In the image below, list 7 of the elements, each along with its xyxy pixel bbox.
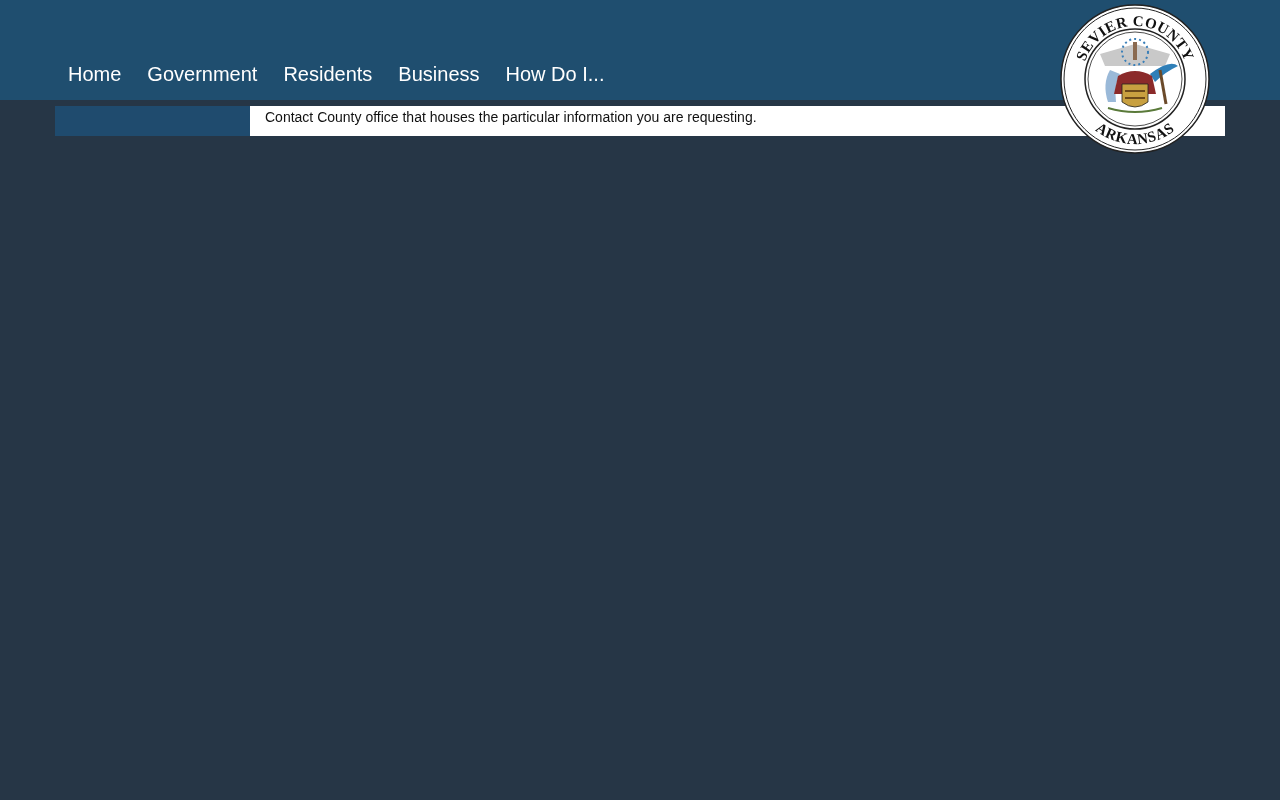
- nav-link[interactable]: How Do I...: [505, 60, 605, 88]
- info-text: Contact County office that houses the particular information you are requesting.: [264, 108, 758, 125]
- nav-link[interactable]: Business: [398, 60, 480, 88]
- seal-state: ARKANSAS: [1093, 119, 1177, 148]
- nav-link[interactable]: Government: [147, 60, 258, 88]
- nav-link[interactable]: Home: [68, 60, 122, 88]
- nav-link[interactable]: Residents: [283, 60, 373, 88]
